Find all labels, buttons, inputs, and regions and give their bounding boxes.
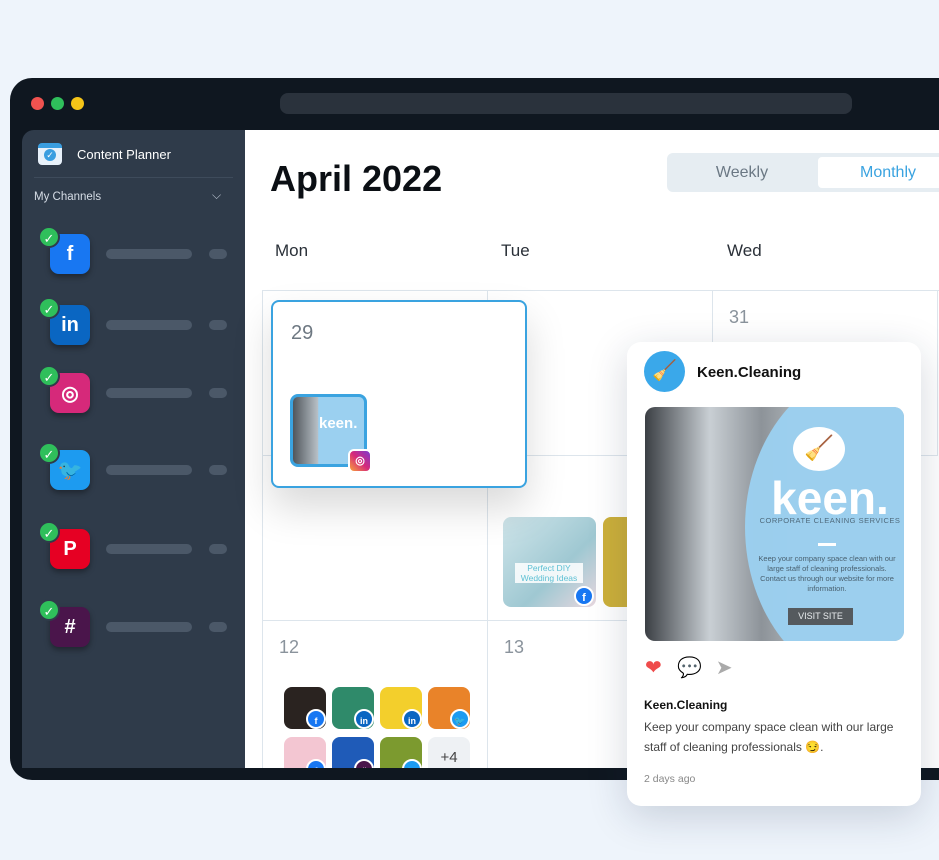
channel-count-placeholder bbox=[209, 465, 227, 475]
sidebar-channel-instagram[interactable]: ◎ ✓ bbox=[22, 365, 245, 417]
sidebar-channel-pinterest[interactable]: P ✓ bbox=[22, 521, 245, 573]
channel-name-placeholder bbox=[106, 465, 192, 475]
chevron-down-icon[interactable]: ⌵ bbox=[212, 188, 221, 203]
divider bbox=[34, 177, 233, 178]
scheduled-post-thumbnail[interactable]: Perfect DIY Wedding Ideas f bbox=[503, 517, 596, 607]
post-thumb-text: Perfect DIY Wedding Ideas bbox=[515, 563, 583, 583]
post-timestamp: 2 days ago bbox=[644, 773, 696, 785]
date-number: 13 bbox=[504, 637, 525, 657]
image-body: Keep your company space clean with our l… bbox=[758, 554, 896, 593]
channel-name-placeholder bbox=[106, 320, 192, 330]
instagram-icon: ◎ bbox=[348, 449, 372, 473]
day-header-mon: Mon bbox=[275, 241, 309, 260]
channel-count-placeholder bbox=[209, 544, 227, 554]
channel-count-placeholder bbox=[209, 320, 227, 330]
network-icon: 🐦 bbox=[450, 709, 470, 729]
scheduled-post-thumbnail[interactable]: 🐦 bbox=[428, 687, 470, 729]
check-icon: ✓ bbox=[38, 442, 60, 464]
post-preview-card: 🧹 Keen.Cleaning 🧹 keen. CORPORATE CLEANI… bbox=[627, 342, 921, 806]
caption-author: Keen.Cleaning bbox=[644, 698, 728, 712]
calendar-cell[interactable]: 12 f in in 🐦 f # 🐦 +4 bbox=[263, 621, 488, 768]
sidebar-channel-slack[interactable]: # ✓ bbox=[22, 599, 245, 651]
channel-count-placeholder bbox=[209, 388, 227, 398]
address-bar[interactable] bbox=[280, 93, 852, 114]
maximize-window-button[interactable] bbox=[71, 97, 84, 110]
sidebar-channel-twitter[interactable]: 🐦 ✓ bbox=[22, 442, 245, 494]
send-icon[interactable]: ➤ bbox=[716, 657, 733, 679]
day-header-tue: Tue bbox=[501, 241, 530, 260]
scheduled-post-thumbnail[interactable]: in bbox=[380, 687, 422, 729]
day-header-wed: Wed bbox=[727, 241, 762, 260]
check-icon: ✓ bbox=[38, 297, 60, 319]
date-number: 31 bbox=[729, 307, 750, 327]
channel-count-placeholder bbox=[209, 249, 227, 259]
network-icon: in bbox=[354, 709, 374, 729]
network-icon: 🐦 bbox=[402, 759, 422, 768]
broom-icon: 🧹 bbox=[793, 427, 845, 471]
close-window-button[interactable] bbox=[31, 97, 44, 110]
post-thumb-text: keen. bbox=[319, 415, 358, 432]
channel-count-placeholder bbox=[209, 622, 227, 632]
date-number: 29 bbox=[291, 322, 314, 344]
calendar-icon bbox=[38, 143, 62, 165]
divider bbox=[818, 543, 836, 546]
sidebar-channel-linkedin[interactable]: in ✓ bbox=[22, 297, 245, 349]
broom-icon: 🧹 bbox=[644, 351, 685, 392]
check-icon: ✓ bbox=[38, 365, 60, 387]
tab-weekly[interactable]: Weekly bbox=[667, 153, 817, 192]
scheduled-post-thumbnail[interactable]: in bbox=[332, 687, 374, 729]
more-posts-button[interactable]: +4 bbox=[428, 737, 470, 768]
image-tagline: CORPORATE CLEANING SERVICES bbox=[759, 516, 901, 525]
scheduled-post-thumbnail[interactable]: f bbox=[284, 737, 326, 768]
channel-name-placeholder bbox=[106, 622, 192, 632]
selected-calendar-cell[interactable]: 29 keen. ◎ bbox=[271, 300, 527, 488]
visit-site-button[interactable]: VISIT SITE bbox=[788, 608, 853, 625]
channel-name-placeholder bbox=[106, 544, 192, 554]
account-name[interactable]: Keen.Cleaning bbox=[697, 364, 801, 381]
sidebar-channel-facebook[interactable]: f ✓ bbox=[22, 226, 245, 278]
sidebar: Content Planner My Channels ⌵ f ✓ in ✓ ◎… bbox=[22, 130, 245, 768]
post-image[interactable]: 🧹 keen. CORPORATE CLEANING SERVICES Keep… bbox=[645, 407, 904, 641]
comment-icon[interactable]: 💬 bbox=[677, 657, 702, 679]
network-icon: in bbox=[402, 709, 422, 729]
app-title: Content Planner bbox=[77, 147, 171, 162]
scheduled-post-thumbnail[interactable]: f bbox=[284, 687, 326, 729]
facebook-icon: f bbox=[574, 586, 594, 606]
scheduled-post-thumbnail[interactable]: 🐦 bbox=[380, 737, 422, 768]
view-toggle: Weekly Monthly bbox=[667, 153, 939, 192]
page-title: April 2022 bbox=[270, 158, 443, 199]
tab-monthly[interactable]: Monthly bbox=[818, 157, 939, 188]
network-icon: # bbox=[354, 759, 374, 768]
check-icon: ✓ bbox=[38, 226, 60, 248]
channel-name-placeholder bbox=[106, 249, 192, 259]
heart-icon[interactable]: ❤ bbox=[645, 657, 662, 679]
check-icon: ✓ bbox=[38, 599, 60, 621]
caption-text: Keep your company space clean with our l… bbox=[644, 720, 894, 754]
check-icon: ✓ bbox=[38, 521, 60, 543]
minimize-window-button[interactable] bbox=[51, 97, 64, 110]
scheduled-post-thumbnail[interactable]: # bbox=[332, 737, 374, 768]
network-icon: f bbox=[306, 759, 326, 768]
network-icon: f bbox=[306, 709, 326, 729]
channels-section-label: My Channels bbox=[34, 191, 102, 203]
date-number: 12 bbox=[279, 637, 300, 657]
channel-name-placeholder bbox=[106, 388, 192, 398]
